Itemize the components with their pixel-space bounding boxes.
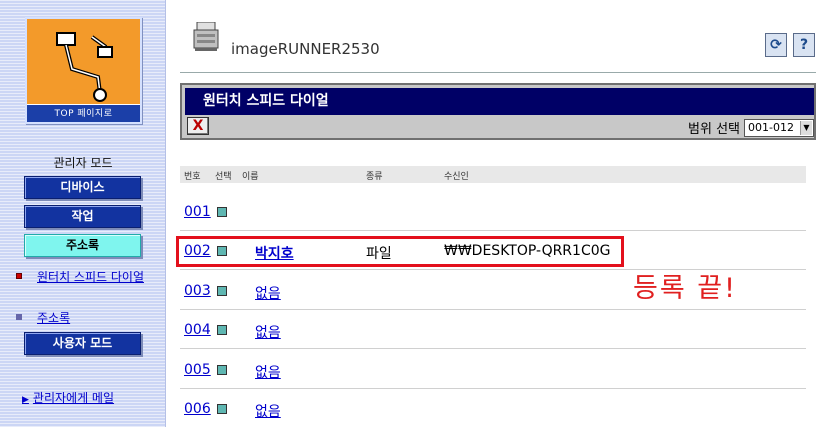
device-name: imageRUNNER2530	[231, 40, 380, 58]
jobs-button[interactable]: 작업	[24, 205, 141, 228]
mail-admin-label: 관리자에게 메일	[32, 391, 115, 405]
page-title: 원터치 스피드 다이얼	[185, 88, 814, 115]
table-row: 005 없음	[180, 350, 806, 389]
sidebar-link-speed-dial-label: 원터치 스피드 다이얼	[37, 270, 144, 284]
column-header-select: 선택	[215, 172, 232, 182]
row-status-icon	[217, 365, 227, 375]
user-mode-button[interactable]: 사용자 모드	[24, 332, 141, 355]
row-name-link[interactable]: 없음	[255, 401, 281, 421]
sidebar: TOP 페이지로 관리자 모드 디바이스 작업 주소록 원터치 스피드 다이얼 …	[0, 0, 166, 427]
row-name-link[interactable]: 없음	[255, 362, 281, 382]
row-number-link[interactable]: 005	[184, 362, 211, 378]
table-header: 번호 선택 이름 종류 수신인	[180, 166, 806, 183]
highlight-box	[176, 236, 624, 267]
row-name-link[interactable]: 없음	[255, 283, 281, 303]
close-icon: X	[192, 118, 204, 134]
annotation-text: 등록 끝!	[633, 273, 737, 304]
sidebar-link-address-book-label: 주소록	[37, 311, 71, 325]
close-button[interactable]: X	[187, 117, 209, 135]
row-status-icon	[217, 207, 227, 217]
row-number-link[interactable]: 001	[184, 204, 211, 220]
mail-admin-link[interactable]: ▶ 관리자에게 메일	[22, 390, 114, 408]
table-row: 004 없음	[180, 310, 806, 349]
range-label: 범위 선택	[688, 122, 740, 137]
chevron-down-icon: ▼	[800, 121, 812, 135]
table-row: 006 없음	[180, 389, 806, 427]
row-name-link[interactable]: 없음	[255, 322, 281, 342]
row-number-link[interactable]: 006	[184, 401, 211, 417]
row-number-link[interactable]: 003	[184, 283, 211, 299]
triangle-icon: ▶	[22, 395, 29, 405]
help-icon: ?	[799, 37, 809, 53]
range-select[interactable]: 001-012 ▼	[744, 119, 814, 137]
row-status-icon	[217, 325, 227, 335]
top-page-logo[interactable]: TOP 페이지로	[25, 17, 142, 124]
row-number-link[interactable]: 004	[184, 322, 211, 338]
range-select-value: 001-012	[748, 121, 794, 134]
sidebar-link-address-book[interactable]: 주소록	[16, 310, 71, 326]
row-status-icon	[217, 286, 227, 296]
column-header-type: 종류	[366, 172, 383, 182]
admin-mode-label: 관리자 모드	[53, 156, 113, 170]
refresh-button[interactable]: ⟳	[765, 33, 787, 57]
bullet-icon	[16, 273, 22, 279]
divider	[180, 72, 816, 73]
address-book-button[interactable]: 주소록	[24, 234, 141, 257]
sidebar-link-speed-dial[interactable]: 원터치 스피드 다이얼	[16, 269, 144, 285]
row-status-icon	[217, 404, 227, 414]
column-header-destination: 수신인	[444, 172, 469, 182]
column-header-number: 번호	[184, 172, 201, 182]
help-button[interactable]: ?	[793, 33, 815, 57]
dialog-header: 원터치 스피드 다이얼 X 범위 선택 001-012 ▼	[180, 83, 816, 140]
logo-icon	[56, 32, 113, 102]
table-row: 001	[180, 192, 806, 231]
refresh-icon: ⟳	[770, 37, 782, 53]
device-button[interactable]: 디바이스	[24, 176, 141, 199]
top-page-button[interactable]: TOP 페이지로	[27, 104, 140, 122]
column-header-name: 이름	[242, 172, 259, 182]
printer-icon	[193, 22, 219, 51]
bullet-icon	[16, 314, 22, 320]
